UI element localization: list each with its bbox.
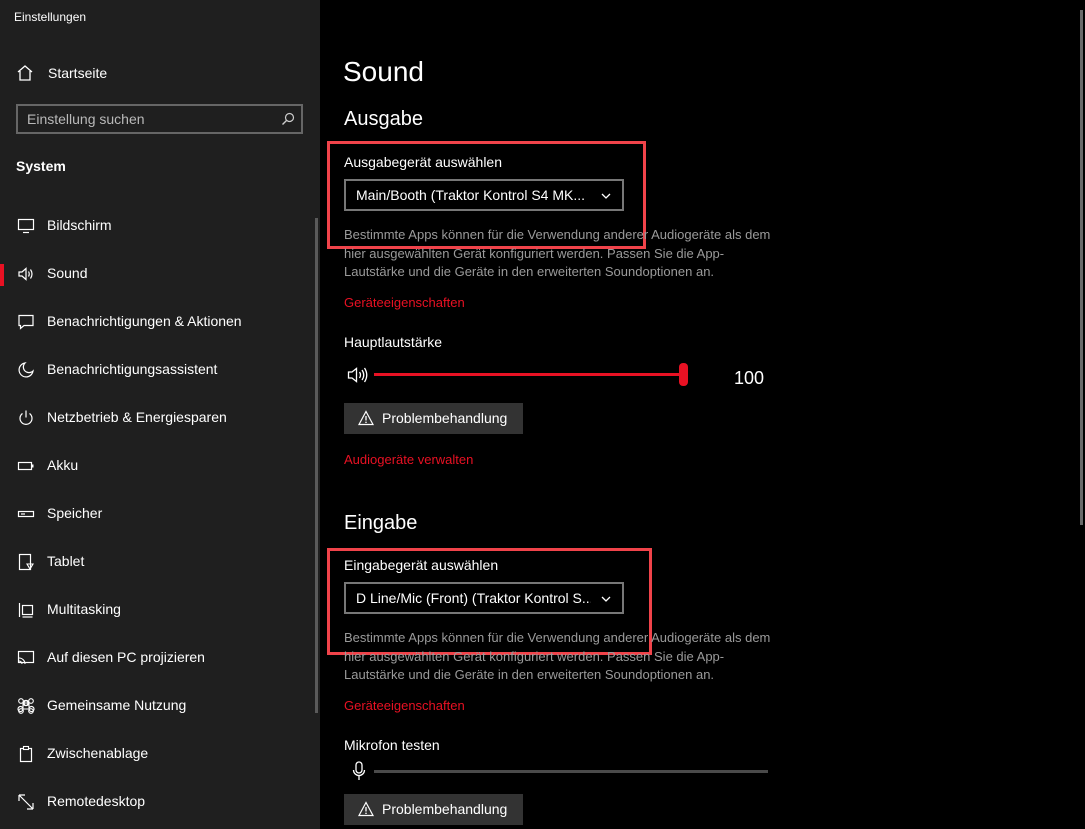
home-icon — [17, 65, 33, 81]
sidebar-item-benachrichtigungen[interactable]: Benachrichtigungen & Aktionen — [0, 300, 320, 348]
input-device-label: Eingabegerät auswählen — [344, 557, 499, 573]
speaker-icon[interactable] — [347, 366, 369, 384]
main-content: Sound Ausgabe Ausgabegerät auswählen Mai… — [320, 0, 1085, 829]
output-device-properties-link[interactable]: Geräteeigenschaften — [344, 295, 465, 310]
sidebar-item-label: Benachrichtigungsassistent — [47, 361, 218, 377]
master-volume-label: Hauptlautstärke — [344, 334, 443, 350]
volume-slider-track[interactable] — [374, 373, 686, 376]
mic-test-label: Mikrofon testen — [344, 737, 440, 753]
sidebar-item-label: Akku — [47, 457, 79, 473]
sidebar-item-remotedesktop[interactable]: Remotedesktop — [0, 780, 320, 828]
sidebar-item-label: Sound — [47, 265, 88, 281]
sidebar-nav: Bildschirm Sound Benachrichtigungen & Ak… — [0, 204, 320, 828]
sidebar-item-multitasking[interactable]: Multitasking — [0, 588, 320, 636]
output-heading: Ausgabe — [344, 108, 423, 130]
selection-indicator — [0, 264, 4, 286]
volume-slider-thumb[interactable] — [679, 363, 688, 386]
input-device-properties-link[interactable]: Geräteeigenschaften — [344, 698, 465, 713]
sidebar-section-label: System — [16, 158, 66, 174]
clipboard-icon — [19, 745, 33, 763]
search-box[interactable] — [16, 104, 303, 134]
warning-icon — [358, 410, 374, 426]
input-heading: Eingabe — [344, 512, 418, 534]
sidebar-item-netzbetrieb[interactable]: Netzbetrieb & Energiesparen — [0, 396, 320, 444]
search-input[interactable] — [18, 106, 273, 132]
output-device-value: Main/Booth (Traktor Kontrol S4 MK... — [356, 187, 586, 203]
sidebar: Einstellungen Startseite System Bildschi… — [0, 0, 320, 829]
tablet-icon — [18, 553, 34, 571]
sidebar-scrollbar[interactable] — [315, 218, 318, 713]
chevron-down-icon — [601, 596, 611, 602]
volume-value: 100 — [734, 368, 765, 388]
sidebar-item-tablet[interactable]: Tablet — [0, 540, 320, 588]
sidebar-item-label: Auf diesen PC projizieren — [47, 649, 205, 665]
power-icon — [19, 410, 33, 425]
sidebar-item-sound[interactable]: Sound — [0, 252, 320, 300]
monitor-icon — [17, 218, 35, 234]
input-description: Bestimmte Apps können für die Verwendung… — [344, 630, 771, 682]
sidebar-item-bildschirm[interactable]: Bildschirm — [0, 204, 320, 252]
sidebar-item-label: Remotedesktop — [47, 793, 146, 809]
input-troubleshoot-label: Problembehandlung — [382, 801, 508, 817]
output-troubleshoot-button[interactable]: Problembehandlung — [344, 403, 523, 434]
sidebar-item-label: Multitasking — [47, 601, 121, 617]
sidebar-item-label: Benachrichtigungen & Aktionen — [47, 313, 242, 329]
shared-experiences-icon — [17, 698, 35, 714]
moon-icon — [18, 362, 34, 378]
sidebar-item-label: Tablet — [47, 553, 85, 569]
sidebar-home[interactable]: Startseite — [0, 56, 320, 90]
sidebar-item-label: Gemeinsame Nutzung — [47, 697, 187, 713]
project-icon — [17, 650, 35, 665]
sidebar-item-label: Netzbetrieb & Energiesparen — [47, 409, 227, 425]
output-description: Bestimmte Apps können für die Verwendung… — [344, 227, 771, 279]
output-device-dropdown[interactable]: Main/Booth (Traktor Kontrol S4 MK... — [344, 179, 624, 211]
warning-icon — [358, 801, 374, 817]
input-device-value: D Line/Mic (Front) (Traktor Kontrol S... — [356, 590, 591, 606]
speaker-icon — [18, 267, 33, 281]
sidebar-home-label: Startseite — [48, 65, 108, 81]
output-device-label: Ausgabegerät auswählen — [344, 154, 503, 170]
notification-icon — [18, 314, 34, 330]
output-troubleshoot-label: Problembehandlung — [382, 410, 508, 426]
multitasking-icon — [18, 603, 34, 618]
sidebar-item-gemeinsame-nutzung[interactable]: Gemeinsame Nutzung — [0, 684, 320, 732]
search-icon[interactable] — [281, 112, 295, 126]
storage-icon — [17, 510, 35, 518]
window-title: Einstellungen — [14, 10, 87, 24]
page-title: Sound — [343, 56, 424, 87]
sidebar-item-label: Bildschirm — [47, 217, 112, 233]
remote-desktop-icon — [18, 794, 34, 810]
manage-audio-devices-link[interactable]: Audiogeräte verwalten — [344, 452, 473, 467]
sidebar-item-label: Zwischenablage — [47, 745, 149, 761]
battery-icon — [17, 461, 34, 471]
mic-level-meter — [374, 770, 768, 773]
main-scrollbar[interactable] — [1080, 10, 1083, 525]
sidebar-item-zwischenablage[interactable]: Zwischenablage — [0, 732, 320, 780]
input-device-dropdown[interactable]: D Line/Mic (Front) (Traktor Kontrol S... — [344, 582, 624, 614]
sidebar-item-speicher[interactable]: Speicher — [0, 492, 320, 540]
sidebar-item-projizieren[interactable]: Auf diesen PC projizieren — [0, 636, 320, 684]
sidebar-item-benachrichtigungsassistent[interactable]: Benachrichtigungsassistent — [0, 348, 320, 396]
sidebar-item-label: Speicher — [47, 505, 103, 521]
microphone-icon — [352, 761, 366, 780]
sidebar-item-akku[interactable]: Akku — [0, 444, 320, 492]
chevron-down-icon — [601, 193, 611, 199]
input-troubleshoot-button[interactable]: Problembehandlung — [344, 794, 523, 825]
